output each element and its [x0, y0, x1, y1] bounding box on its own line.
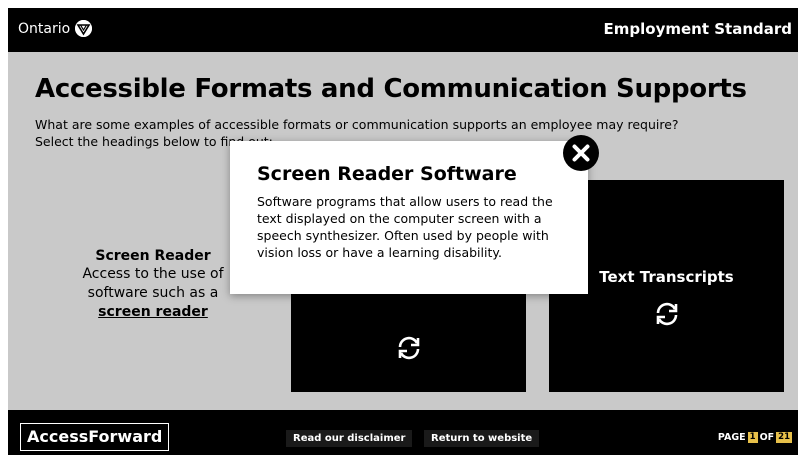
- screen-reader-link[interactable]: screen reader: [63, 303, 243, 322]
- popup-title: Screen Reader Software: [257, 163, 517, 185]
- popup-body: Software programs that allow users to re…: [257, 194, 553, 260]
- ontario-logo[interactable]: Ontario: [18, 20, 93, 37]
- course-title: Employment Standard: [603, 20, 792, 38]
- footer-bar: AccessForward Read our disclaimer Return…: [8, 410, 798, 455]
- close-icon[interactable]: [563, 135, 599, 171]
- total-page-number: 21: [776, 432, 792, 443]
- flip-arrows-icon: [398, 336, 420, 360]
- app-frame: Ontario Employment Standard Accessible F…: [0, 0, 798, 455]
- page-prefix: PAGE: [717, 432, 746, 443]
- page-of: OF: [759, 432, 775, 443]
- accessforward-logo: AccessForward: [20, 423, 170, 451]
- intro-line-1: What are some examples of accessible for…: [35, 117, 679, 132]
- page-title: Accessible Formats and Communication Sup…: [35, 74, 747, 104]
- logo-text: Ontario: [18, 20, 71, 37]
- card-screen-reader-back[interactable]: Screen Reader Access to the use of softw…: [63, 247, 243, 322]
- ontario-trillium-icon: [75, 20, 93, 37]
- page-indicator: PAGE 1 OF 21: [718, 432, 792, 443]
- card-desc-line-1: Access to the use of: [82, 266, 224, 282]
- card-desc-line-2: software such as a: [87, 285, 219, 301]
- current-page-number: 1: [747, 432, 758, 443]
- info-popup: Screen Reader Software Software programs…: [230, 141, 588, 294]
- return-to-website-button[interactable]: Return to website: [424, 430, 540, 447]
- flip-arrows-icon: [656, 302, 678, 326]
- top-bar: Ontario Employment Standard: [8, 8, 798, 52]
- card-title: Screen Reader: [95, 248, 211, 264]
- disclaimer-button[interactable]: Read our disclaimer: [286, 430, 413, 447]
